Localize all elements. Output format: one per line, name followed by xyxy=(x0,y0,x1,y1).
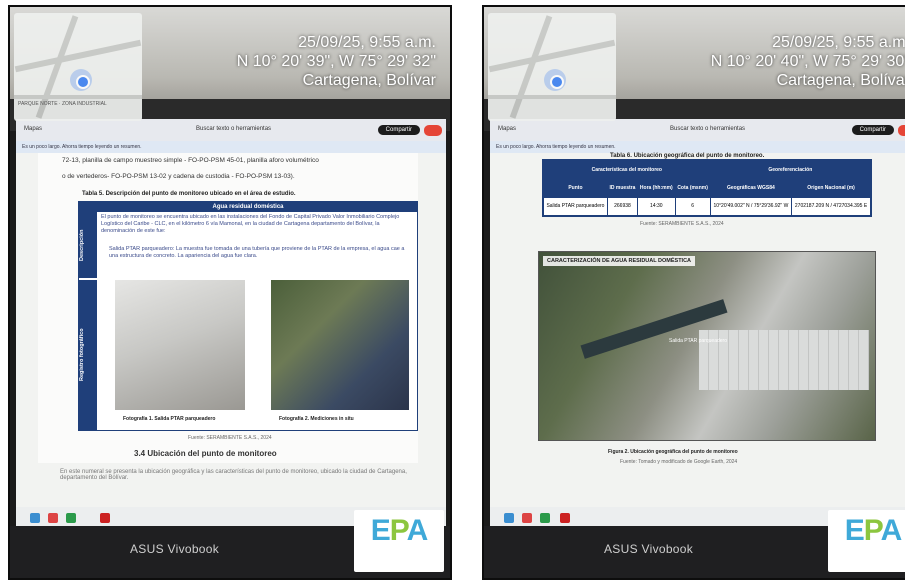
table5-bullet: Salida PTAR parqueadero: La muestra fue … xyxy=(109,246,405,259)
t6-col-origen: Origen Nacional (m) xyxy=(791,178,871,198)
epa-logo: EPA xyxy=(354,510,444,572)
taskbar-app-icon[interactable] xyxy=(66,513,76,523)
search-text[interactable]: Buscar texto o herramientas xyxy=(670,126,745,132)
laptop-brand: ASUS Vivobook xyxy=(604,542,694,556)
stamp-coords: N 10° 20' 39", W 75° 29' 32" xyxy=(236,53,436,70)
t6-cell-punto: Salida PTAR parqueadero xyxy=(543,196,608,217)
t6-cell-hora: 14:30 xyxy=(637,196,676,217)
t6-header-characteristics: Características del monitoreo xyxy=(543,159,711,180)
figure2-source: Fuente: Tomado y modificado de Google Ea… xyxy=(620,459,738,465)
laptop-screen: Mapas Buscar texto o herramientas Compar… xyxy=(16,119,446,529)
mapas-label: Mapas xyxy=(24,126,43,132)
stamp-place: Cartagena, Bolívar xyxy=(776,72,905,89)
summary-banner: Es un poco largo. Ahorra tiempo leyendo … xyxy=(16,141,446,153)
taskbar-app-icon[interactable] xyxy=(30,513,40,523)
summary-banner: Es un poco largo. Ahorra tiempo leyendo … xyxy=(490,141,905,153)
table5-description: El punto de monitoreo se encuentra ubica… xyxy=(101,214,400,234)
satellite-title: CARACTERIZACIÓN DE AGUA RESIDUAL DOMÉSTI… xyxy=(543,256,696,266)
t6-col-wgs: Geográficas WGS84 xyxy=(709,178,793,198)
caption-photo1: Fotografía 1. Salida PTAR parqueadero xyxy=(123,416,216,422)
table5: Agua residual doméstica Descripción Regi… xyxy=(78,201,418,431)
taskbar-app-icon[interactable] xyxy=(48,513,58,523)
t6-col-punto: Punto xyxy=(543,178,608,198)
laptop-brand: ASUS Vivobook xyxy=(130,542,220,556)
gps-stamp: 25/09/25, 9:55 a.m. N 10° 20' 39", W 75°… xyxy=(237,33,436,90)
satellite-image: CARACTERIZACIÓN DE AGUA RESIDUAL DOMÉSTI… xyxy=(538,251,876,441)
caption-photo2: Fotografía 2. Mediciones in situ xyxy=(279,416,354,422)
location-pin-icon xyxy=(544,69,566,91)
map-thumbnail xyxy=(488,13,616,121)
pdf-button[interactable] xyxy=(424,125,442,136)
location-pin-icon xyxy=(70,69,92,91)
gps-stamp: 25/09/25, 9:55 a.m. N 10° 20' 40", W 75°… xyxy=(711,33,905,90)
pdf-button[interactable] xyxy=(898,125,905,136)
share-button[interactable]: Compartir xyxy=(377,125,420,135)
mapas-label: Mapas xyxy=(498,126,517,132)
stamp-datetime: 25/09/25, 9:55 a.m. xyxy=(772,34,905,51)
table5-side-photo: Registro fotográfico xyxy=(79,280,97,430)
doc-line-1: 72-13, planilla de campo muestreo simple… xyxy=(62,157,319,164)
t6-col-id: ID muestra xyxy=(606,178,639,198)
taskbar-app-icon[interactable] xyxy=(504,513,514,523)
photo-left: Mapas Buscar texto o herramientas Compar… xyxy=(8,5,452,580)
figure2-caption: Figura 2. Ubicación geográfica del punto… xyxy=(608,449,738,455)
taskbar-app-icon[interactable] xyxy=(540,513,550,523)
document-page: 72-13, planilla de campo muestreo simple… xyxy=(38,153,418,463)
share-button[interactable]: Compartir xyxy=(851,125,894,135)
t6-header-geo: Georeferenciación xyxy=(709,159,872,180)
browser-toolbar: Mapas Buscar texto o herramientas Compar… xyxy=(490,119,905,141)
stamp-place: Cartagena, Bolívar xyxy=(302,72,436,89)
t6-cell-wgs: 10°20'49.002" N / 75°29'36.92" W xyxy=(709,196,793,217)
section-heading: 3.4 Ubicación del punto de monitoreo xyxy=(134,449,277,458)
monitoring-point-label: Salida PTAR parqueadero xyxy=(669,338,727,344)
epa-wordmark: EPA xyxy=(370,514,428,547)
taskbar-pdf-icon[interactable] xyxy=(560,513,570,523)
laptop-screen: Mapas Buscar texto o herramientas Compar… xyxy=(490,119,905,529)
table5-header: Agua residual doméstica xyxy=(79,202,417,212)
map-label: PARQUE NORTE · ZONA INDUSTRIAL xyxy=(18,101,107,107)
t6-col-cota: Cota (msnm) xyxy=(674,178,711,198)
doc-line-2: o de vertederos- FO-PO-PSM 13-02 y caden… xyxy=(62,173,295,180)
taskbar-pdf-icon[interactable] xyxy=(100,513,110,523)
browser-toolbar: Mapas Buscar texto o herramientas Compar… xyxy=(16,119,446,141)
table6: Características del monitoreo Georeferen… xyxy=(542,159,872,217)
photo-ptar-outlet xyxy=(115,280,245,410)
table6-source: Fuente: SERAMBIENTE S.A.S., 2024 xyxy=(640,221,724,227)
t6-cell-id: 266938 xyxy=(606,196,639,217)
epa-wordmark: EPA xyxy=(844,514,902,547)
t6-cell-cota: 6 xyxy=(674,196,711,217)
photo-right: Mapas Buscar texto o herramientas Compar… xyxy=(482,5,905,580)
t6-col-hora: Hora (hh:mm) xyxy=(637,178,676,198)
table5-title: Tabla 5. Descripción del punto de monito… xyxy=(82,191,296,197)
photo-in-situ-measurement xyxy=(271,280,409,410)
map-thumbnail: PARQUE NORTE · ZONA INDUSTRIAL xyxy=(14,13,142,121)
epa-logo: EPA xyxy=(828,510,905,572)
stamp-coords: N 10° 20' 40", W 75° 29' 30" xyxy=(710,53,905,70)
table5-side-description: Descripción xyxy=(79,212,97,278)
search-text[interactable]: Buscar texto o herramientas xyxy=(196,126,271,132)
t6-cell-origen: 2702187.209 N / 4727034.395 E xyxy=(791,196,871,217)
taskbar-app-icon[interactable] xyxy=(522,513,532,523)
stamp-datetime: 25/09/25, 9:55 a.m. xyxy=(298,34,436,51)
doc-paragraph: En este numeral se presenta la ubicación… xyxy=(60,469,407,481)
table5-source: Fuente: SERAMBIENTE S.A.S., 2024 xyxy=(188,435,272,441)
